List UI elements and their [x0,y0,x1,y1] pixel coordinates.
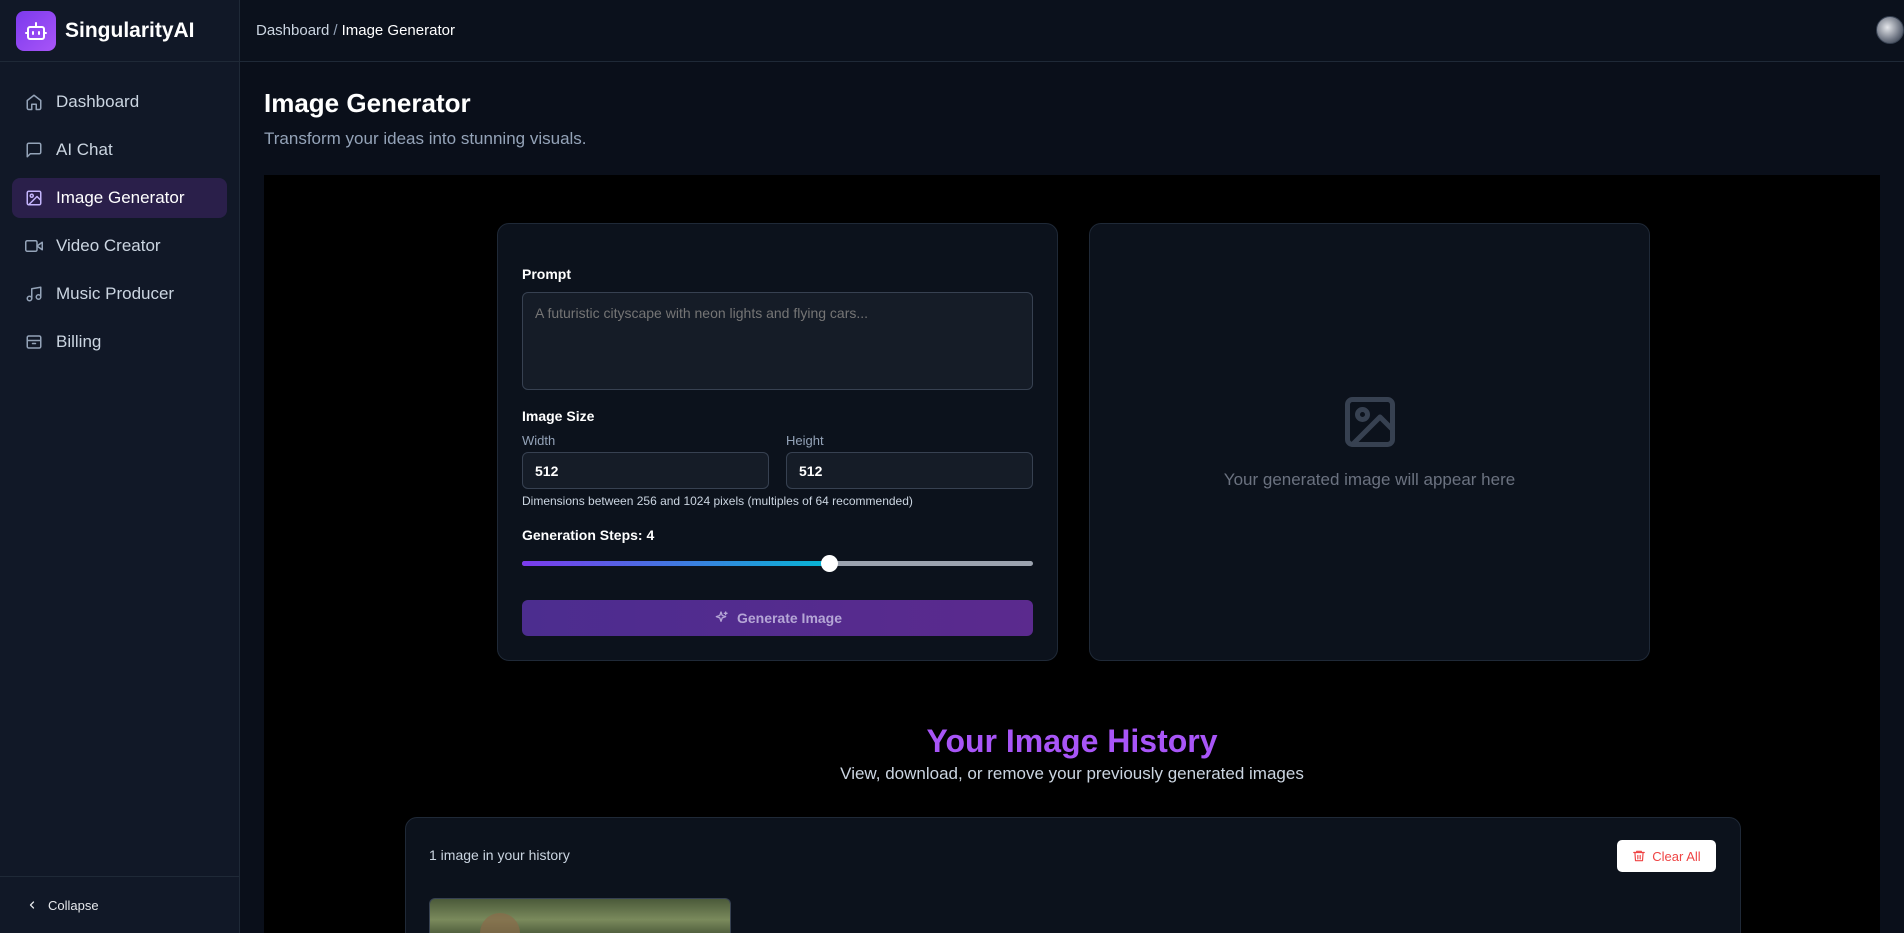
clear-all-label: Clear All [1652,848,1701,864]
sidebar-item-billing[interactable]: Billing [12,322,227,362]
image-placeholder-icon [1090,392,1649,452]
sidebar-item-image-generator[interactable]: Image Generator [12,178,227,218]
prompt-input[interactable] [522,292,1033,390]
history-count: 1 image in your history [429,847,570,863]
history-subtitle: View, download, or remove your previousl… [840,764,1304,783]
generator-form-card: Prompt Image Size Width Height Dimension… [497,223,1058,661]
brand[interactable]: SingularityAI [0,0,239,62]
sidebar-nav: Dashboard AI Chat Image Generator Video … [0,62,239,362]
size-hint: Dimensions between 256 and 1024 pixels (… [522,494,913,508]
sidebar-item-label: Dashboard [56,92,140,111]
steps-label: Generation Steps: 4 [522,527,655,543]
video-icon [24,236,44,256]
preview-card: Your generated image will appear here [1089,223,1650,661]
sidebar-item-video-creator[interactable]: Video Creator [12,226,227,266]
main-panel: Prompt Image Size Width Height Dimension… [264,175,1880,933]
history-title: Your Image History [926,723,1218,759]
chevron-left-icon [26,899,38,911]
page-title: Image Generator [264,88,471,118]
sparkles-icon [713,610,729,626]
height-input[interactable] [786,452,1033,489]
brand-name: SingularityAI [65,18,195,42]
top-bar: Dashboard / Image Generator [240,0,1904,62]
generate-image-button[interactable]: Generate Image [522,600,1033,636]
home-icon [24,92,44,112]
history-card: 1 image in your history Clear All [405,817,1741,933]
trash-icon [1632,849,1646,863]
robot-logo-icon [16,10,56,51]
sidebar-item-label: Music Producer [56,284,175,303]
sidebar-item-label: AI Chat [56,140,113,159]
steps-slider-thumb[interactable] [820,555,838,572]
preview-placeholder: Your generated image will appear here [1090,392,1649,490]
billing-icon [24,332,44,352]
sidebar-item-label: Billing [56,332,102,351]
sidebar-item-dashboard[interactable]: Dashboard [12,82,227,122]
width-label: Width [522,433,556,448]
breadcrumb-current: Image Generator [341,22,455,39]
collapse-label: Collapse [48,897,99,913]
music-icon [24,284,44,304]
sidebar-item-label: Video Creator [56,236,161,255]
image-size-label: Image Size [522,408,595,424]
chat-icon [24,140,44,160]
generate-image-label: Generate Image [736,610,843,626]
breadcrumb: Dashboard / Image Generator [256,22,455,39]
sidebar-item-ai-chat[interactable]: AI Chat [12,130,227,170]
preview-placeholder-text: Your generated image will appear here [1223,470,1516,489]
image-icon [24,188,44,208]
height-label: Height [786,433,824,448]
sidebar-item-label: Image Generator [56,188,185,207]
collapse-button[interactable]: Collapse [0,876,240,933]
history-image-thumbnail[interactable] [429,898,731,933]
avatar[interactable] [1876,16,1904,44]
breadcrumb-separator: / [333,22,338,39]
steps-slider-fill [522,561,829,566]
sidebar-item-music-producer[interactable]: Music Producer [12,274,227,314]
prompt-label: Prompt [522,266,571,282]
breadcrumb-parent[interactable]: Dashboard [256,22,329,39]
steps-slider[interactable] [522,555,1033,572]
width-input[interactable] [522,452,769,489]
page-subtitle: Transform your ideas into stunning visua… [264,129,587,148]
clear-all-button[interactable]: Clear All [1617,840,1716,872]
sidebar: SingularityAI Dashboard AI Chat Image Ge… [0,0,240,933]
